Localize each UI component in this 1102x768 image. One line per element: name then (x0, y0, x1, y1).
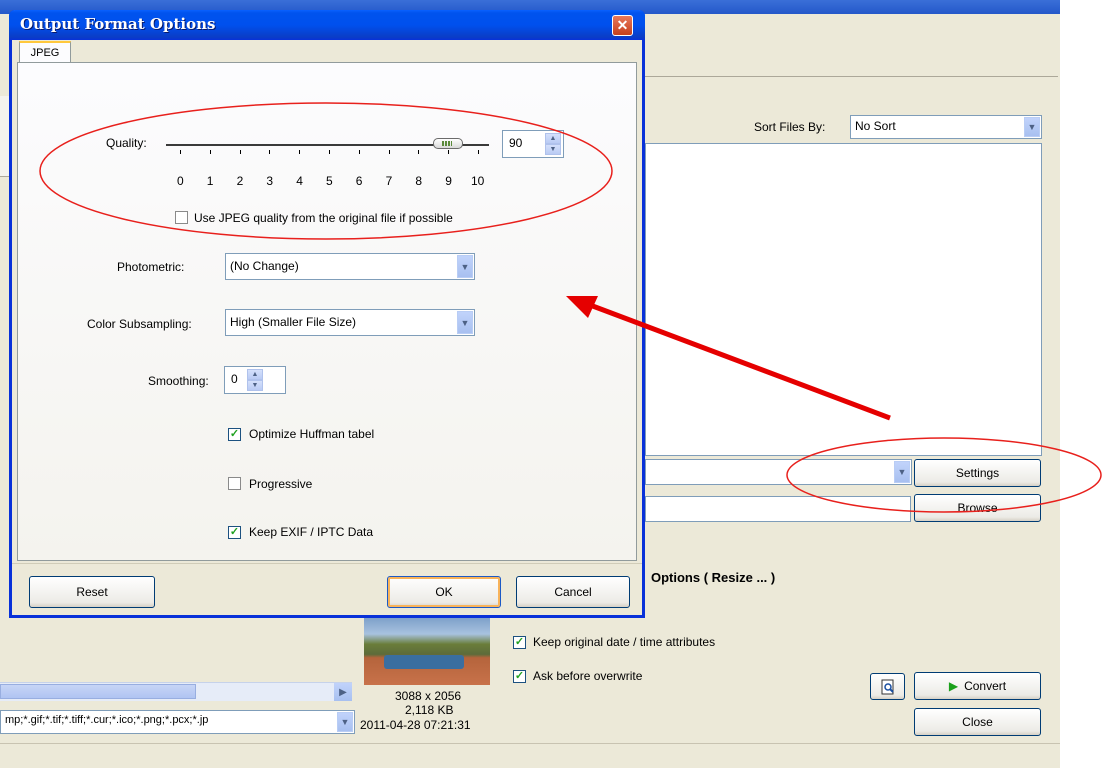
preview-button[interactable] (870, 673, 905, 700)
slider-tick-label: 6 (355, 174, 363, 188)
sort-select-value: No Sort (855, 119, 896, 133)
browse-button[interactable]: Browse (914, 494, 1041, 522)
slider-tick (329, 150, 330, 154)
keep-exif-checkbox[interactable]: ✓ (228, 526, 241, 539)
scroll-right-icon[interactable]: ▶ (334, 683, 352, 701)
slider-tick-label: 5 (326, 174, 333, 188)
use-original-quality-label: Use JPEG quality from the original file … (194, 211, 453, 225)
slider-tick (180, 150, 181, 154)
optimize-huffman-label: Optimize Huffman tabel (249, 427, 375, 441)
slider-tick-label: 4 (296, 174, 303, 188)
options-heading[interactable]: Options ( Resize ... ) (651, 570, 775, 585)
slider-tick (299, 150, 301, 154)
dropdown-arrow-icon[interactable]: ▼ (457, 311, 473, 334)
quality-label: Quality: (106, 136, 147, 150)
tab-jpeg[interactable]: JPEG (19, 41, 71, 62)
slider-tick (478, 150, 479, 154)
horizontal-scrollbar[interactable]: ▶ (0, 682, 352, 701)
slider-tick-label: 10 (471, 174, 485, 188)
dialog-title: Output Format Options (20, 15, 216, 33)
color-subsampling-value: High (Smaller File Size) (230, 315, 357, 329)
ok-button[interactable]: OK (387, 576, 501, 608)
image-size: 2,118 KB (405, 703, 454, 717)
slider-tick-label: 9 (445, 174, 452, 188)
smoothing-label: Smoothing: (148, 374, 209, 388)
slider-tick (388, 150, 390, 154)
dialog-divider (12, 563, 642, 564)
status-bar (0, 743, 1060, 768)
slider-tick-label: 1 (206, 174, 214, 188)
photometric-label: Photometric: (117, 260, 185, 274)
close-icon[interactable]: ✕ (612, 15, 633, 36)
checkmark-icon: ✓ (229, 526, 240, 538)
slider-tick-label: 3 (266, 174, 274, 188)
convert-label: Convert (964, 679, 1007, 693)
slider-tick-label: 7 (385, 174, 393, 188)
image-dimensions: 3088 x 2056 (395, 689, 462, 703)
ask-overwrite-label: Ask before overwrite (533, 669, 643, 683)
sort-select[interactable]: No Sort ▼ (850, 115, 1042, 139)
spin-down-icon[interactable]: ▼ (545, 144, 561, 155)
spin-up-icon[interactable]: ▲ (247, 369, 263, 380)
use-original-quality-checkbox[interactable] (175, 211, 188, 224)
format-select[interactable]: ▼ (645, 459, 912, 485)
sort-label: Sort Files By: (754, 120, 826, 134)
photometric-value: (No Change) (230, 259, 299, 273)
keep-exif-label: Keep EXIF / IPTC Data (249, 525, 374, 539)
photometric-select[interactable]: (No Change) ▼ (225, 253, 475, 280)
output-folder-input[interactable] (645, 496, 911, 522)
checkmark-icon: ✓ (229, 428, 240, 440)
dropdown-arrow-icon[interactable]: ▼ (457, 255, 473, 278)
image-date: 2011-04-28 07:21:31 (360, 718, 471, 732)
smoothing-spinner[interactable]: 0 ▲ ▼ (224, 366, 286, 394)
slider-tick (418, 150, 420, 154)
dropdown-arrow-icon[interactable]: ▼ (894, 461, 910, 483)
file-filter-value: mp;*.gif;*.tif;*.tiff;*.cur;*.ico;*.png;… (5, 714, 209, 726)
color-subsampling-label: Color Subsampling: (87, 317, 192, 331)
dialog-titlebar[interactable]: Output Format Options ✕ (9, 10, 645, 40)
smoothing-value: 0 (231, 372, 238, 386)
keep-date-label: Keep original date / time attributes (533, 635, 716, 649)
file-filter-select[interactable]: mp;*.gif;*.tif;*.tiff;*.cur;*.ico;*.png;… (0, 710, 355, 734)
spin-down-icon[interactable]: ▼ (247, 380, 263, 391)
slider-tick-label: 2 (236, 174, 244, 188)
separator (645, 76, 1058, 77)
preview-icon (881, 679, 894, 694)
scrollbar-thumb[interactable] (0, 684, 196, 699)
convert-button[interactable]: ▶ Convert (914, 672, 1041, 700)
close-button[interactable]: Close (914, 708, 1041, 736)
slider-tick-label: 0 (177, 174, 184, 188)
quality-value: 90 (509, 136, 523, 150)
cancel-button[interactable]: Cancel (516, 576, 630, 608)
checkmark-icon: ✓ (514, 636, 525, 648)
color-subsampling-select[interactable]: High (Smaller File Size) ▼ (225, 309, 475, 336)
reset-button[interactable]: Reset (29, 576, 155, 608)
keep-date-checkbox[interactable]: ✓ (513, 636, 526, 649)
quality-spinner[interactable]: 90 ▲ ▼ (502, 130, 564, 158)
file-list[interactable] (645, 143, 1042, 456)
settings-button[interactable]: Settings (914, 459, 1041, 487)
progressive-label: Progressive (249, 477, 313, 491)
checkmark-icon: ✓ (514, 670, 525, 682)
dropdown-arrow-icon[interactable]: ▼ (337, 712, 353, 732)
optimize-huffman-checkbox[interactable]: ✓ (228, 428, 241, 441)
slider-tick (239, 150, 241, 154)
quality-slider-thumb[interactable] (433, 138, 464, 149)
ask-overwrite-checkbox[interactable]: ✓ (513, 670, 526, 683)
slider-tick (269, 150, 271, 154)
image-thumbnail (364, 617, 490, 685)
progressive-checkbox[interactable] (228, 477, 241, 490)
slider-tick (448, 150, 450, 154)
slider-tick-label: 8 (415, 174, 423, 188)
slider-tick (209, 150, 211, 154)
play-icon: ▶ (948, 679, 959, 693)
dropdown-arrow-icon[interactable]: ▼ (1024, 117, 1040, 137)
spin-up-icon[interactable]: ▲ (545, 133, 561, 144)
slider-tick (358, 150, 360, 154)
